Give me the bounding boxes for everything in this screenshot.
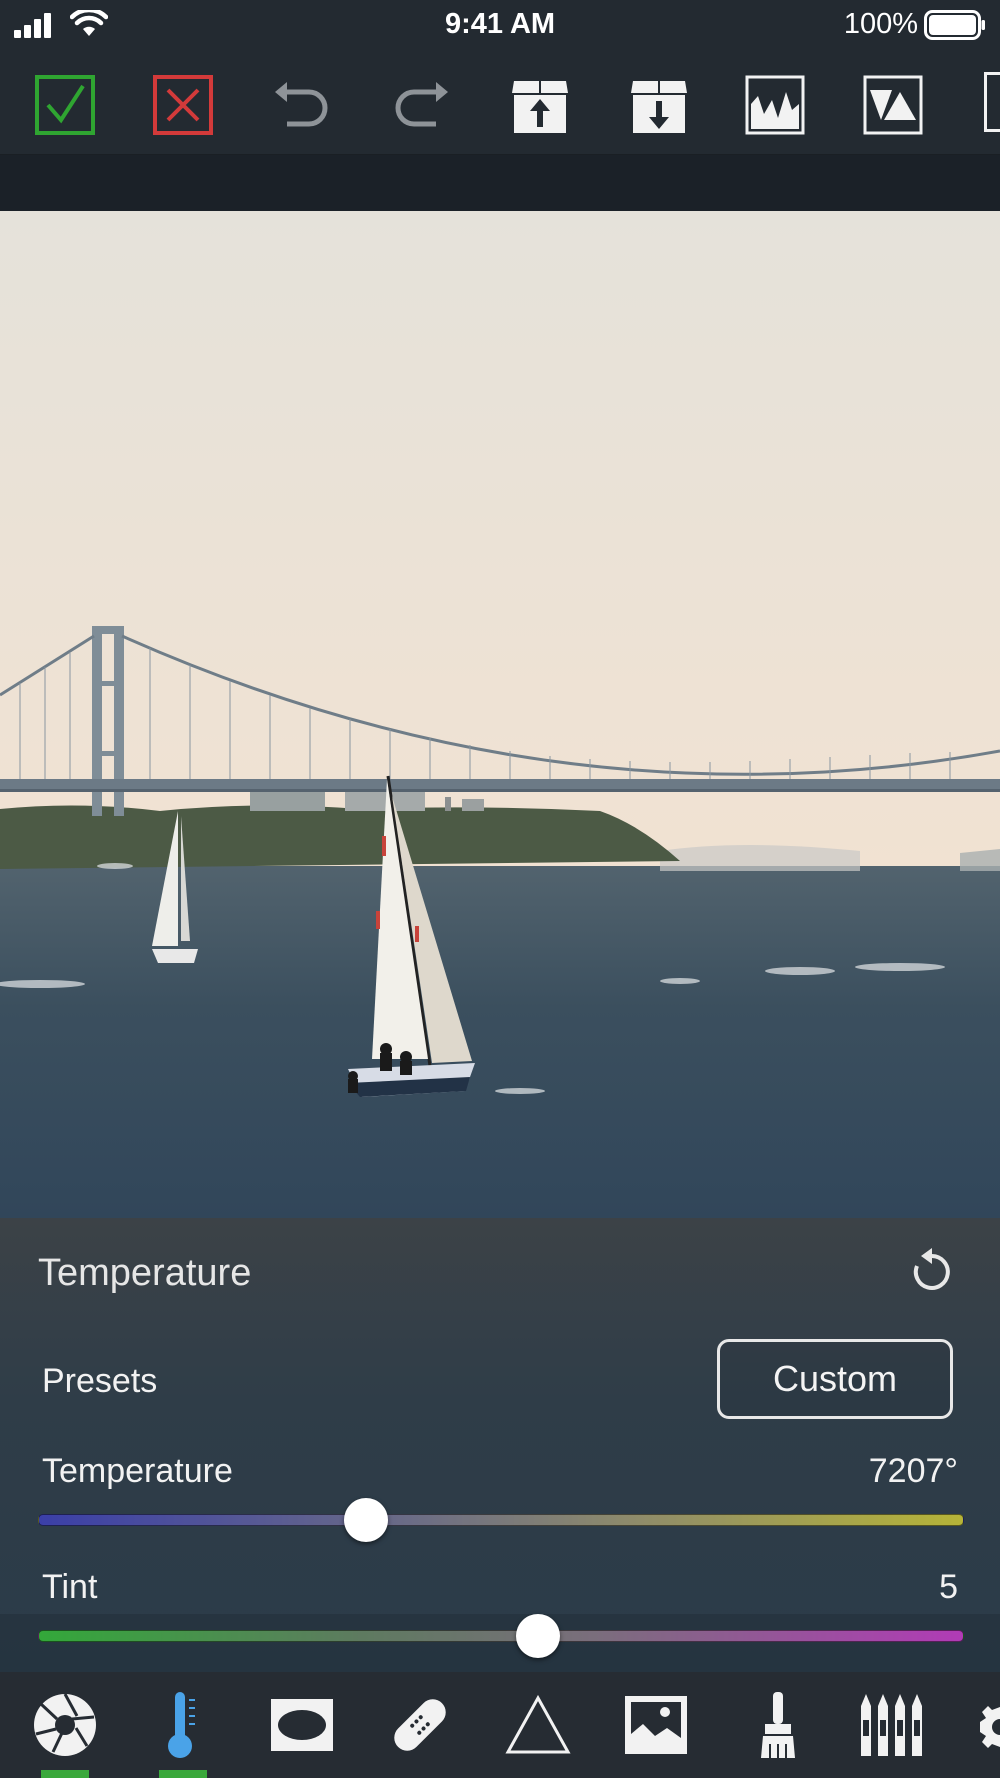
tint-slider-track[interactable] (38, 1630, 964, 1642)
image-tool-button[interactable] (616, 1690, 696, 1760)
battery-icon (924, 10, 985, 40)
undo-button[interactable] (265, 70, 335, 140)
adjustment-panel: Temperature Presets Custom Temperature 7… (0, 1218, 1000, 1672)
photo-canvas[interactable] (0, 211, 1000, 1219)
histogram-icon (745, 75, 805, 135)
triangle-icon (505, 1695, 571, 1754)
import-button[interactable] (624, 70, 694, 140)
box-download-icon (631, 81, 687, 133)
panel-lower-stripe (0, 1614, 1000, 1672)
heal-tool-button[interactable] (380, 1690, 460, 1760)
temperature-tool-button[interactable] (142, 1690, 222, 1760)
ellipse-icon (271, 1699, 333, 1751)
temperature-label: Temperature (42, 1452, 233, 1490)
undo-icon (275, 82, 328, 127)
aperture-tool-button[interactable] (25, 1690, 105, 1760)
presets-label: Presets (42, 1362, 158, 1400)
aperture-icon (34, 1693, 96, 1756)
tint-value: 5 (939, 1568, 958, 1606)
tint-slider-thumb[interactable] (515, 1614, 560, 1658)
sub-toolbar (0, 155, 1000, 211)
brush-tool-button[interactable] (738, 1690, 818, 1760)
reset-icon[interactable] (908, 1248, 956, 1296)
aperture-active-indicator (41, 1770, 89, 1778)
temperature-active-indicator (159, 1770, 207, 1778)
triangles-icon (863, 75, 923, 135)
bottom-toolbar (0, 1672, 1000, 1778)
gear-icon (980, 1706, 1000, 1748)
vignette-tool-button[interactable] (262, 1690, 342, 1760)
top-toolbar (0, 60, 1000, 155)
brush-icon (761, 1692, 795, 1758)
cancel-button[interactable] (148, 70, 218, 140)
temperature-slider-thumb[interactable] (344, 1498, 389, 1542)
battery-percent: 100% (843, 8, 918, 40)
redo-icon (395, 82, 448, 127)
presets-dropdown-button[interactable]: Custom (717, 1339, 953, 1419)
check-icon (35, 75, 95, 135)
temperature-slider-track[interactable] (38, 1514, 964, 1526)
close-icon (153, 75, 213, 135)
crayons-tool-button[interactable] (853, 1690, 933, 1760)
panel-title: Temperature (38, 1252, 252, 1294)
thermometer-icon (168, 1692, 195, 1758)
redo-button[interactable] (388, 70, 458, 140)
settings-tool-edge[interactable] (978, 1702, 1000, 1757)
box-upload-icon (512, 81, 568, 133)
apply-button[interactable] (30, 70, 100, 140)
compare-button[interactable] (858, 70, 928, 140)
export-button[interactable] (505, 70, 575, 140)
landscape-image-icon (625, 1696, 687, 1754)
crayons-icon (861, 1694, 922, 1756)
temperature-value: 7207° (868, 1452, 958, 1490)
histogram-button[interactable] (740, 70, 810, 140)
photo-image (0, 211, 1000, 1219)
status-bar: 9:41 AM 100% (0, 0, 1000, 52)
shape-tool-button[interactable] (498, 1690, 578, 1760)
bandage-icon (394, 1699, 446, 1751)
more-tools-edge[interactable] (984, 72, 1000, 132)
tint-label: Tint (42, 1568, 98, 1606)
